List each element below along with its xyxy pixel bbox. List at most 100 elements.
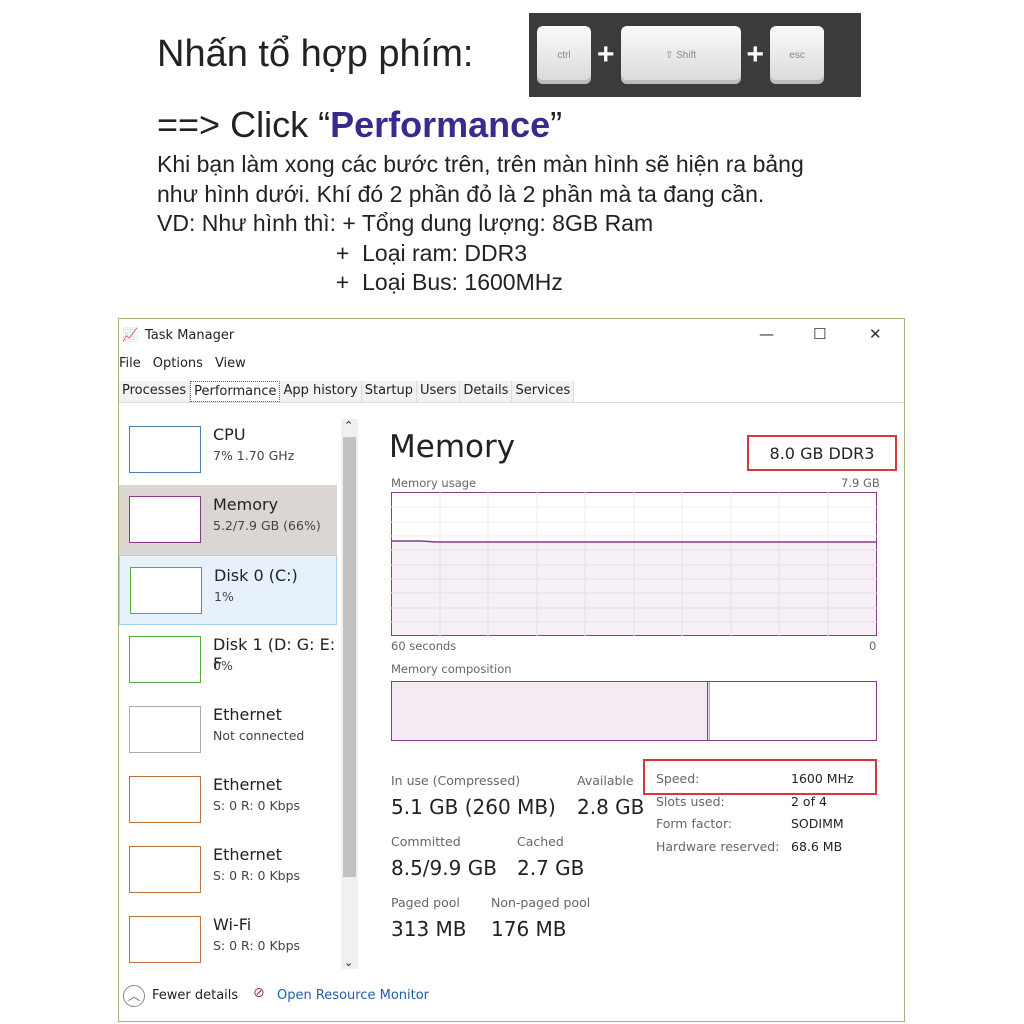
memory-composition-bar	[391, 681, 877, 741]
usage-label: Memory usage	[391, 476, 477, 490]
sidebar-item-name: CPU	[213, 425, 246, 444]
spec-row: Speed: 1600 MHz	[656, 771, 854, 794]
click-instruction: ==> Click “Performance”	[157, 104, 563, 145]
standby-segment	[710, 682, 876, 740]
in-use-value: 5.1 GB (260 MB)	[391, 795, 556, 819]
sidebar-item[interactable]: Wi-Fi S: 0 R: 0 Kbps	[119, 905, 337, 975]
plus-sign: +	[597, 38, 615, 71]
nonpaged-pool-value: 176 MB	[491, 917, 567, 941]
spec-label: Speed:	[656, 771, 700, 786]
sidebar-item[interactable]: Memory 5.2/7.9 GB (66%)	[119, 485, 337, 555]
tab-app-history[interactable]: App history	[280, 381, 362, 402]
esc-key: esc	[770, 26, 825, 84]
in-use-segment	[392, 682, 708, 740]
page-title: Memory	[389, 429, 516, 465]
paged-pool-label: Paged pool	[391, 895, 460, 910]
sidebar-item-name: Ethernet	[213, 705, 282, 724]
instruction-heading: Nhấn tổ hợp phím:	[157, 33, 474, 75]
committed-value: 8.5/9.9 GB	[391, 856, 497, 880]
menu-view[interactable]: View	[215, 356, 246, 371]
scroll-up-icon[interactable]: ⌃	[344, 419, 353, 432]
fewer-details-button[interactable]: Fewer details	[152, 988, 238, 1003]
task-manager-window: 📈 Task Manager — ☐ ✕ File Options View P…	[118, 318, 905, 1022]
available-label: Available	[577, 773, 634, 788]
sidebar-graph	[129, 916, 201, 963]
maximize-button[interactable]: ☐	[813, 325, 826, 343]
close-button[interactable]: ✕	[869, 325, 882, 343]
sidebar-item-sub: 1%	[214, 589, 234, 604]
available-value: 2.8 GB	[577, 795, 645, 819]
memory-usage-graph	[391, 492, 877, 636]
composition-label: Memory composition	[391, 662, 512, 676]
tab-bar: Processes Performance App history Startu…	[119, 381, 904, 403]
sidebar-graph	[129, 496, 201, 543]
time-right-label: 0	[869, 639, 877, 653]
tab-users[interactable]: Users	[416, 381, 461, 402]
sidebar-item-name: Wi-Fi	[213, 915, 252, 934]
chevron-up-icon[interactable]: ︿	[123, 985, 145, 1007]
shift-key: ⇧ Shift	[620, 26, 741, 84]
sidebar-graph	[129, 776, 201, 823]
sidebar-item[interactable]: CPU 7% 1.70 GHz	[119, 415, 337, 485]
spec-row: Hardware reserved: 68.6 MB	[656, 839, 854, 862]
resource-monitor-icon: ⊘	[253, 985, 265, 1001]
sidebar-graph	[129, 426, 201, 473]
tab-processes[interactable]: Processes	[119, 381, 191, 402]
sidebar-item-name: Ethernet	[213, 845, 282, 864]
usage-max: 7.9 GB	[841, 476, 880, 490]
in-use-label: In use (Compressed)	[391, 773, 521, 788]
sidebar-item-sub: S: 0 R: 0 Kbps	[213, 938, 301, 953]
sidebar-item-sub: 0%	[213, 658, 233, 673]
sidebar-item[interactable]: Disk 0 (C:) 1%	[119, 555, 337, 625]
sidebar-item[interactable]: Ethernet S: 0 R: 0 Kbps	[119, 835, 337, 905]
spec-value: 68.6 MB	[791, 838, 843, 854]
sidebar-item[interactable]: Disk 1 (D: G: E: F 0%	[119, 625, 337, 695]
sidebar-item-name: Memory	[213, 495, 279, 514]
sidebar-item-sub: S: 0 R: 0 Kbps	[213, 798, 301, 813]
menu-bar: File Options View	[119, 356, 246, 371]
sidebar-graph	[130, 567, 202, 614]
committed-label: Committed	[391, 834, 461, 849]
plus-sign: +	[746, 38, 765, 71]
spec-label: Slots used:	[656, 793, 725, 809]
keyboard-shortcut-image: ctrl + ⇧ Shift + esc	[529, 13, 861, 97]
menu-file[interactable]: File	[119, 356, 141, 371]
sidebar-item-sub: 7% 1.70 GHz	[213, 448, 295, 463]
paged-pool-value: 313 MB	[391, 917, 467, 941]
window-title: Task Manager	[145, 328, 235, 343]
sidebar-item[interactable]: Ethernet S: 0 R: 0 Kbps	[119, 765, 337, 835]
spec-value: 2 of 4	[791, 793, 827, 809]
sidebar-item[interactable]: Ethernet Not connected	[119, 695, 337, 765]
sidebar-item-sub: S: 0 R: 0 Kbps	[213, 868, 301, 883]
minimize-button[interactable]: —	[759, 325, 774, 343]
sidebar-item-sub: 5.2/7.9 GB (66%)	[213, 518, 321, 533]
task-manager-icon: 📈	[122, 328, 139, 343]
instruction-text: Khi bạn làm xong các bước trên, trên màn…	[157, 151, 804, 295]
cached-value: 2.7 GB	[517, 856, 585, 880]
tab-performance[interactable]: Performance	[190, 381, 281, 402]
spec-value: 1600 MHz	[791, 771, 854, 786]
sidebar-scrollbar[interactable]: ⌃ ⌄	[341, 419, 358, 969]
tab-details[interactable]: Details	[460, 381, 513, 402]
sidebar-graph	[129, 636, 201, 683]
scroll-down-icon[interactable]: ⌄	[344, 956, 353, 969]
tab-startup[interactable]: Startup	[361, 381, 417, 402]
time-left-label: 60 seconds	[391, 639, 457, 653]
sidebar-graph	[129, 846, 201, 893]
ctrl-key: ctrl	[537, 26, 591, 84]
spec-label: Hardware reserved:	[656, 838, 780, 854]
tab-services[interactable]: Services	[512, 381, 575, 402]
cached-label: Cached	[517, 834, 564, 849]
spec-list: Speed: 1600 MHz Slots used: 2 of 4 Form fact…	[656, 771, 854, 861]
menu-options[interactable]: Options	[153, 356, 203, 371]
spec-row: Slots used: 2 of 4	[656, 794, 854, 817]
scrollbar-thumb[interactable]	[343, 437, 356, 877]
spec-value: SODIMM	[791, 816, 844, 831]
open-resource-monitor-link[interactable]: Open Resource Monitor	[277, 988, 429, 1003]
spec-row: Form factor: SODIMM	[656, 816, 854, 839]
nonpaged-pool-label: Non-paged pool	[491, 895, 591, 910]
sidebar-item-name: Disk 0 (C:)	[214, 566, 298, 585]
sidebar-item-name: Ethernet	[213, 775, 282, 794]
sidebar-item-sub: Not connected	[213, 728, 305, 743]
spec-label: Form factor:	[656, 816, 733, 831]
